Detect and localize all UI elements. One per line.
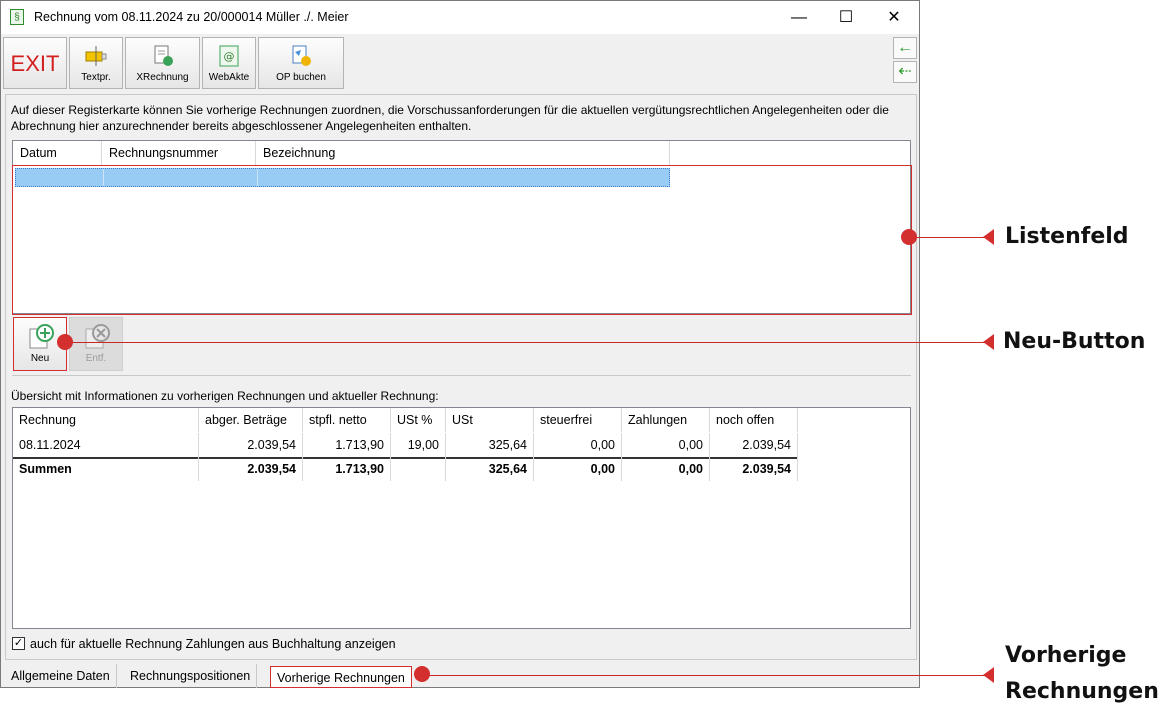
title-bar: § Rechnung vom 08.11.2024 zu 20/000014 M… <box>1 1 919 34</box>
tab-allgemeine-daten[interactable]: Allgemeine Daten <box>5 664 117 688</box>
invoice-window: § Rechnung vom 08.11.2024 zu 20/000014 M… <box>0 0 920 688</box>
arrow-left-icon[interactable]: ← <box>893 37 917 59</box>
annotation-rechnungen: Rechnungen <box>1005 679 1159 704</box>
list-cell <box>16 169 104 186</box>
table-cell: 0,00 <box>622 433 710 457</box>
minimize-button[interactable]: — <box>776 1 822 34</box>
table-header-zahlungen: Zahlungen <box>622 408 710 432</box>
table-cell: 1.713,90 <box>303 457 391 481</box>
callout-dot-list <box>901 229 917 245</box>
callout-line-tab <box>422 675 991 676</box>
op-buchen-label: OP buchen <box>276 72 326 83</box>
text-template-icon <box>84 44 108 71</box>
section-divider <box>12 375 911 376</box>
webakte-icon: @ <box>217 44 241 71</box>
table-header-noch-offen: noch offen <box>710 408 798 432</box>
table-cell: 2.039,54 <box>199 433 303 457</box>
table-cell: Summen <box>13 457 199 481</box>
op-buchen-button[interactable]: OP buchen <box>258 37 344 89</box>
table-cell: 2.039,54 <box>199 457 303 481</box>
text-template-label: Textpr. <box>81 72 111 83</box>
toolbar: EXIT Textpr. XRechnung @ WebAkte OP buch… <box>1 34 919 90</box>
list-header-divider <box>13 165 670 166</box>
table-cell: 0,00 <box>534 433 622 457</box>
callout-line-list <box>909 237 991 238</box>
payments-checkbox[interactable]: ✓ <box>12 637 25 650</box>
table-header-ust-prozent: USt % <box>391 408 446 432</box>
callout-arrow-new <box>983 334 994 350</box>
table-cell: 325,64 <box>446 433 534 457</box>
list-cell <box>103 169 258 186</box>
text-template-button[interactable]: Textpr. <box>69 37 123 89</box>
window-title: Rechnung vom 08.11.2024 zu 20/000014 Mül… <box>34 10 349 24</box>
xrechnung-document-icon <box>151 44 175 71</box>
arrow-left-dashed-icon[interactable]: ⇠ <box>893 61 917 83</box>
app-paragraph-icon: § <box>10 9 24 25</box>
callout-dot-new <box>57 334 73 350</box>
callout-line-new <box>65 342 991 343</box>
callout-arrow-list <box>983 229 994 245</box>
overview-label: Übersicht mit Informationen zu vorherige… <box>11 389 439 403</box>
annotation-listenfeld: Listenfeld <box>1005 224 1129 249</box>
overview-table: Rechnung abger. Beträge stpfl. netto USt… <box>12 407 911 629</box>
table-header-rechnung: Rechnung <box>13 408 199 432</box>
table-cell: 08.11.2024 <box>13 433 199 457</box>
delete-button[interactable]: Entf. <box>69 317 123 371</box>
table-cell: 325,64 <box>446 457 534 481</box>
list-selected-row[interactable] <box>15 168 670 187</box>
list-header-datum[interactable]: Datum <box>13 141 102 165</box>
table-cell: 2.039,54 <box>710 457 798 481</box>
xrechnung-button[interactable]: XRechnung <box>125 37 200 89</box>
list-header-bezeichnung[interactable]: Bezeichnung <box>256 141 670 165</box>
exit-button[interactable]: EXIT <box>3 37 67 89</box>
maximize-button[interactable]: ☐ <box>823 1 869 34</box>
close-button[interactable]: ✕ <box>871 1 917 34</box>
webakte-button[interactable]: @ WebAkte <box>202 37 256 89</box>
previous-invoices-list[interactable]: Datum Rechnungsnummer Bezeichnung <box>12 140 911 314</box>
webakte-label: WebAkte <box>208 72 250 83</box>
new-button-label: Neu <box>30 353 50 364</box>
callout-arrow-tab <box>983 667 994 683</box>
delete-icon <box>85 324 111 353</box>
intro-text: Auf dieser Registerkarte können Sie vorh… <box>11 103 889 133</box>
table-cell: 1.713,90 <box>303 433 391 457</box>
delete-button-label: Entf. <box>85 353 107 364</box>
svg-text:@: @ <box>224 50 235 63</box>
annotation-vorherige: Vorherige <box>1005 643 1127 668</box>
table-cell <box>391 457 446 481</box>
xrechnung-label: XRechnung <box>136 72 189 83</box>
annotation-neu-button: Neu-Button <box>1003 329 1146 354</box>
book-payment-icon <box>289 44 313 71</box>
table-header-steuerfrei: steuerfrei <box>534 408 622 432</box>
callout-dot-tab <box>414 666 430 682</box>
tab-rechnungspositionen[interactable]: Rechnungspositionen <box>124 664 258 688</box>
table-header-stpfl-netto: stpfl. netto <box>303 408 391 432</box>
list-header-rechnungsnummer[interactable]: Rechnungsnummer <box>102 141 256 165</box>
tab-vorherige-rechnungen[interactable]: Vorherige Rechnungen <box>270 666 412 688</box>
table-header-abger-betraege: abger. Beträge <box>199 408 303 432</box>
table-cell: 0,00 <box>534 457 622 481</box>
payments-checkbox-label[interactable]: auch für aktuelle Rechnung Zahlungen aus… <box>30 637 396 651</box>
table-cell: 19,00 <box>391 433 446 457</box>
table-cell: 0,00 <box>622 457 710 481</box>
table-header-ust: USt <box>446 408 534 432</box>
add-icon <box>29 324 55 353</box>
table-cell: 2.039,54 <box>710 433 798 457</box>
